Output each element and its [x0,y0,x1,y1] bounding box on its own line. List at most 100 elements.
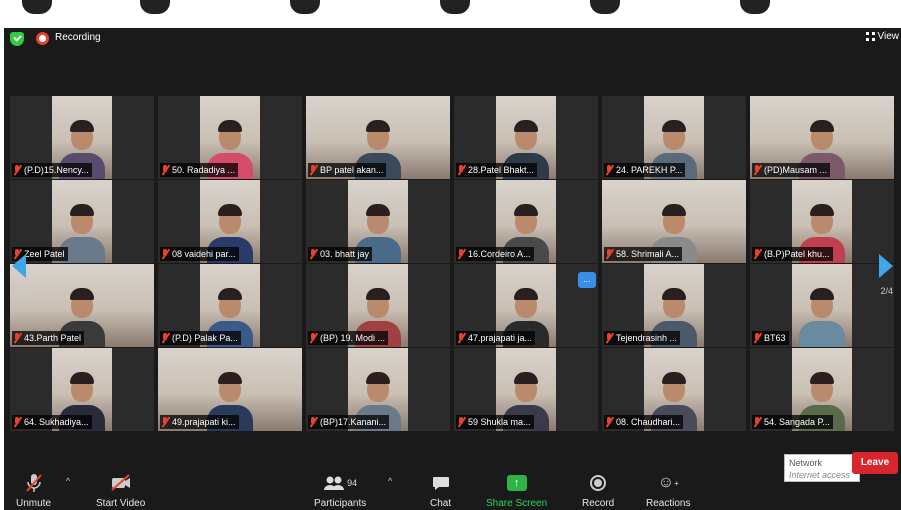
view-button[interactable]: View [865,31,900,42]
participant-name: 03. bhatt jay [320,249,370,259]
participant-hair [514,120,538,132]
participant-tile[interactable]: (BP)17.Kanani... [306,348,450,431]
start-video-button[interactable]: Start Video [96,470,145,509]
video-off-icon [110,470,132,496]
participant-name: 58. Shrimali A... [616,249,680,259]
network-popup[interactable]: Network Internet access [784,454,860,482]
record-icon [590,470,607,496]
mic-muted-icon [458,165,465,175]
participant-hair [70,288,94,300]
chevron-up-icon[interactable]: ^ [388,476,392,486]
participant-tile[interactable]: 28.Patel Bhakt... [454,96,598,179]
participant-hair [662,204,686,216]
mic-muted-icon [310,417,317,427]
page-indicator-left: 2/4 [14,286,27,296]
meeting-topbar: Recording View [4,28,901,50]
banner-glyph [590,0,620,14]
participant-hair [218,120,242,132]
participant-name-label: 08 vaidehi par... [160,247,239,261]
participant-name-label: (BP)17.Kanani... [308,415,390,429]
mic-muted-icon [458,333,465,343]
participant-tile[interactable]: 64. Sukhadiya... [10,348,154,431]
next-page-icon[interactable] [879,254,893,278]
participant-name: 08. Chaudhari... [616,417,681,427]
start-video-label: Start Video [96,498,146,509]
participant-name: (PD)Mausam ... [764,165,828,175]
mic-muted-icon [606,333,613,343]
more-options-button[interactable]: ... [578,272,596,288]
participant-name: BP patel akan... [320,165,384,175]
participant-name-label: 24. PAREKH P... [604,163,686,177]
record-label: Record [582,498,615,509]
participant-tile[interactable]: 03. bhatt jay [306,180,450,263]
participant-tile[interactable]: 43.Parth Patel [10,264,154,347]
participants-label: Participants [314,498,367,509]
mic-muted-icon [754,165,761,175]
participant-tile[interactable]: (P.D) Palak Pa... [158,264,302,347]
participant-tile[interactable]: 58. Shrimali A... [602,180,746,263]
participant-name-label: 43.Parth Patel [12,331,85,345]
reactions-button[interactable]: ☺ + Reactions [646,470,690,509]
share-screen-button[interactable]: ↑ Share Screen [486,470,547,509]
view-label: View [877,31,900,42]
participant-name: 54. Sangada P... [764,417,830,427]
participant-hair [514,372,538,384]
participant-tile[interactable]: 54. Sangada P... [750,348,894,431]
chevron-up-icon[interactable]: ^ [66,476,70,486]
chat-button[interactable]: Chat [430,470,451,509]
mic-muted-icon [162,417,169,427]
participant-hair [70,204,94,216]
participant-name-label: 03. bhatt jay [308,247,373,261]
participant-tile[interactable]: (P.D)15.Nency... [10,96,154,179]
participant-name-label: 54. Sangada P... [752,415,833,429]
participant-name-label: (B.P)Patel khu... [752,247,833,261]
network-title: Network [789,458,823,468]
mic-muted-icon [606,165,613,175]
participant-name: 59 Shukla ma... [468,417,531,427]
unmute-button[interactable]: Unmute [16,470,51,509]
participant-tile[interactable]: Tejendrasinh ... [602,264,746,347]
participant-tile[interactable]: 49.prajapati ki... [158,348,302,431]
participant-hair [662,120,686,132]
participant-name-label: BT63 [752,331,789,345]
participant-tile[interactable]: BT63 [750,264,894,347]
participant-name-label: 49.prajapati ki... [160,415,239,429]
record-button[interactable]: Record [582,470,614,509]
participant-hair [810,288,834,300]
participants-button[interactable]: 94 Participants [314,470,366,509]
leave-button[interactable]: Leave [852,452,898,474]
participant-tile[interactable]: (B.P)Patel khu... [750,180,894,263]
recording-icon[interactable] [36,32,49,45]
previous-page-icon[interactable] [12,254,26,278]
participant-name-label: 64. Sukhadiya... [12,415,92,429]
participant-name: 16.Cordeiro A... [468,249,531,259]
participant-name-label: 16.Cordeiro A... [456,247,534,261]
mic-muted-icon [162,165,169,175]
participant-tile[interactable]: 08 vaidehi par... [158,180,302,263]
participant-tile[interactable]: 59 Shukla ma... [454,348,598,431]
participant-tile[interactable]: 47.prajapati ja... [454,264,598,347]
participant-hair [70,120,94,132]
participant-name-label: 28.Patel Bhakt... [456,163,538,177]
participant-name-label: 50. Radadiya ... [160,163,239,177]
participant-name: 49.prajapati ki... [172,417,236,427]
mic-muted-icon [162,333,169,343]
participant-tile[interactable]: BP patel akan... [306,96,450,179]
mic-muted-icon [310,249,317,259]
banner-glyph [22,0,52,14]
participant-name-label: (P.D)15.Nency... [12,163,92,177]
participant-tile[interactable]: 24. PAREKH P... [602,96,746,179]
participant-name-label: BP patel akan... [308,163,387,177]
network-subtitle: Internet access [789,470,851,480]
participant-tile[interactable]: 50. Radadiya ... [158,96,302,179]
participant-name: (BP) 19. Modi ... [320,333,386,343]
participant-tile[interactable]: (BP) 19. Modi ... [306,264,450,347]
participant-tile[interactable]: Zeel Patel [10,180,154,263]
banner-glyph [440,0,470,14]
shield-icon[interactable] [10,32,24,46]
reactions-label: Reactions [646,498,691,509]
participant-tile[interactable]: 16.Cordeiro A... [454,180,598,263]
participant-tile[interactable]: 08. Chaudhari... [602,348,746,431]
participant-name: 28.Patel Bhakt... [468,165,535,175]
participant-tile[interactable]: (PD)Mausam ... [750,96,894,179]
